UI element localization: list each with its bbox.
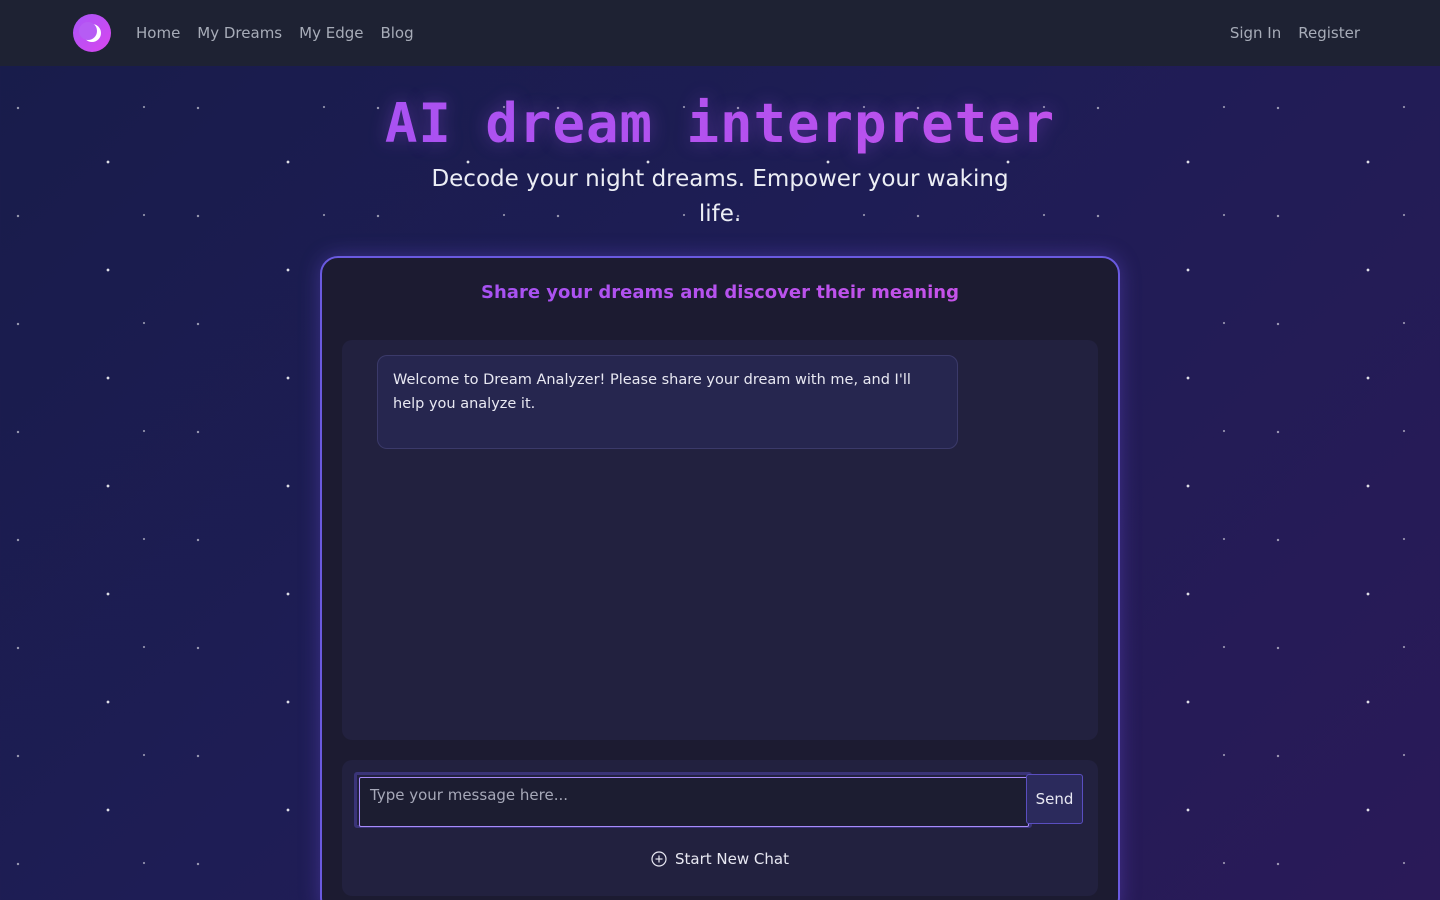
message-input[interactable] xyxy=(359,777,1029,827)
page-title: AI dream interpreter xyxy=(0,92,1440,155)
register-link[interactable]: Register xyxy=(1298,24,1360,42)
chat-card: Share your dreams and discover their mea… xyxy=(320,256,1120,900)
crescent-moon-icon[interactable] xyxy=(73,14,111,52)
message-list[interactable]: Welcome to Dream Analyzer! Please share … xyxy=(342,340,1098,740)
nav-link-home[interactable]: Home xyxy=(136,24,180,42)
top-navbar: Home My Dreams My Edge Blog Sign In Regi… xyxy=(0,0,1440,66)
start-new-chat-button[interactable]: Start New Chat xyxy=(342,850,1098,868)
auth-links: Sign In Register xyxy=(1230,24,1360,42)
send-button[interactable]: Send xyxy=(1026,774,1083,824)
start-new-chat-label: Start New Chat xyxy=(675,850,789,868)
plus-circle-icon xyxy=(651,851,667,867)
assistant-message: Welcome to Dream Analyzer! Please share … xyxy=(377,355,958,449)
nav-link-blog[interactable]: Blog xyxy=(380,24,413,42)
nav-link-my-dreams[interactable]: My Dreams xyxy=(197,24,282,42)
nav-link-my-edge[interactable]: My Edge xyxy=(299,24,363,42)
message-composer: Send Start New Chat xyxy=(342,760,1098,896)
message-input-focus-ring xyxy=(354,772,1032,828)
page-subtitle: Decode your night dreams. Empower your w… xyxy=(431,166,1009,227)
sign-in-link[interactable]: Sign In xyxy=(1230,24,1281,42)
nav-links: Home My Dreams My Edge Blog xyxy=(136,24,414,42)
chat-heading: Share your dreams and discover their mea… xyxy=(322,282,1118,303)
